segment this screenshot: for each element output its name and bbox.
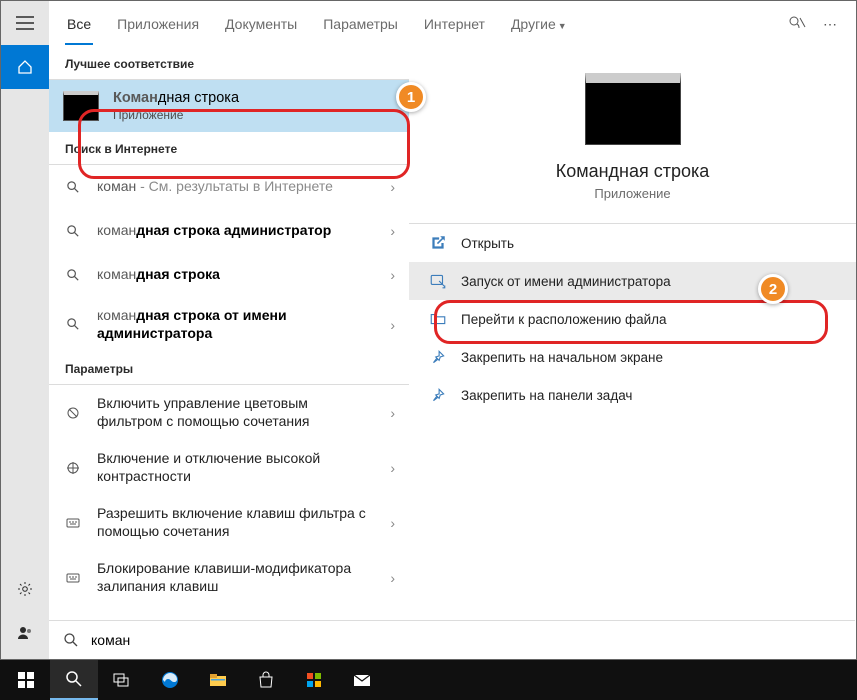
action-open-location[interactable]: Перейти к расположению файла xyxy=(409,300,856,338)
settings-item-icon xyxy=(63,568,83,588)
chevron-right-icon: › xyxy=(390,570,395,586)
more-icon[interactable]: ⋯ xyxy=(820,14,840,34)
web-result[interactable]: коман - См. результаты в Интернете › xyxy=(49,165,409,209)
search-icon xyxy=(63,177,83,197)
taskbar-mail[interactable] xyxy=(338,660,386,700)
action-run-as-admin[interactable]: Запуск от имени администратора xyxy=(409,262,856,300)
preview-panel: Командная строка Приложение Открыть Запу… xyxy=(409,47,856,659)
tab-documents[interactable]: Документы xyxy=(223,12,299,36)
settings-result-text: Разрешить включение клавиш фильтра с пом… xyxy=(97,505,376,540)
taskbar-explorer[interactable] xyxy=(194,660,242,700)
settings-result[interactable]: Включить управление цветовым фильтром с … xyxy=(49,385,409,440)
web-result-text: коман - См. результаты в Интернете xyxy=(97,178,376,196)
taskbar-edge[interactable] xyxy=(146,660,194,700)
search-icon xyxy=(63,221,83,241)
settings-result[interactable]: Блокирование клавиши-модификатора залипа… xyxy=(49,550,409,605)
taskbar-store[interactable] xyxy=(242,660,290,700)
settings-icon[interactable] xyxy=(1,567,49,611)
account-icon[interactable] xyxy=(1,611,49,655)
settings-result-text: Блокирование клавиши-модификатора залипа… xyxy=(97,560,376,595)
search-bar[interactable] xyxy=(49,620,855,658)
pin-taskbar-icon xyxy=(429,386,447,404)
folder-icon xyxy=(429,310,447,328)
taskbar-ms[interactable] xyxy=(290,660,338,700)
chevron-right-icon: › xyxy=(390,267,395,283)
tab-internet[interactable]: Интернет xyxy=(422,12,487,36)
feedback-icon[interactable] xyxy=(786,14,806,34)
search-icon xyxy=(63,265,83,285)
search-icon xyxy=(63,315,83,335)
settings-item-icon xyxy=(63,458,83,478)
tab-other[interactable]: Другие▼ xyxy=(509,12,569,36)
annotation-badge-2: 2 xyxy=(758,274,788,304)
chevron-right-icon: › xyxy=(390,405,395,421)
home-icon[interactable] xyxy=(1,45,49,89)
preview-subtitle: Приложение xyxy=(594,186,670,201)
action-pin-start[interactable]: Закрепить на начальном экране xyxy=(409,338,856,376)
chevron-down-icon: ▼ xyxy=(558,21,567,31)
taskbar-search[interactable] xyxy=(50,660,98,700)
web-result[interactable]: командная строка администратор › xyxy=(49,209,409,253)
tab-bar: Все Приложения Документы Параметры Интер… xyxy=(49,1,856,47)
action-open[interactable]: Открыть xyxy=(409,224,856,262)
tab-apps[interactable]: Приложения xyxy=(115,12,201,36)
action-pin-taskbar[interactable]: Закрепить на панели задач xyxy=(409,376,856,414)
tab-settings[interactable]: Параметры xyxy=(321,12,400,36)
section-settings: Параметры xyxy=(49,352,409,385)
section-web-search: Поиск в Интернете xyxy=(49,132,409,165)
settings-result-text: Включить управление цветовым фильтром с … xyxy=(97,395,376,430)
web-result-text: командная строка администратор xyxy=(97,222,376,240)
web-result[interactable]: командная строка от имени администратора… xyxy=(49,297,409,352)
chevron-right-icon: › xyxy=(390,317,395,333)
web-result-text: командная строка от имени администратора xyxy=(97,307,376,342)
pin-start-icon xyxy=(429,348,447,366)
preview-title: Командная строка xyxy=(556,161,710,182)
chevron-right-icon: › xyxy=(390,223,395,239)
hamburger-icon[interactable] xyxy=(1,1,49,45)
results-panel: Лучшее соответствие Командная строка При… xyxy=(49,47,409,659)
chevron-right-icon: › xyxy=(390,179,395,195)
chevron-right-icon: › xyxy=(390,460,395,476)
taskbar-task-view[interactable] xyxy=(98,660,146,700)
web-result[interactable]: командная строка › xyxy=(49,253,409,297)
annotation-badge-1: 1 xyxy=(396,82,426,112)
section-best-match: Лучшее соответствие xyxy=(49,47,409,80)
tab-all[interactable]: Все xyxy=(65,12,93,45)
taskbar xyxy=(0,660,857,700)
settings-item-icon xyxy=(63,403,83,423)
start-button[interactable] xyxy=(2,660,50,700)
settings-item-icon xyxy=(63,513,83,533)
settings-result[interactable]: Включение и отключение высокой контрастн… xyxy=(49,440,409,495)
search-icon xyxy=(63,632,79,648)
admin-icon xyxy=(429,272,447,290)
search-input[interactable] xyxy=(91,632,841,648)
chevron-right-icon: › xyxy=(390,515,395,531)
open-icon xyxy=(429,234,447,252)
cmd-icon xyxy=(63,91,99,121)
settings-result-text: Включение и отключение высокой контрастн… xyxy=(97,450,376,485)
settings-result[interactable]: Разрешить включение клавиш фильтра с пом… xyxy=(49,495,409,550)
web-result-text: командная строка xyxy=(97,266,376,284)
preview-cmd-icon xyxy=(585,73,681,145)
best-match-item[interactable]: Командная строка Приложение xyxy=(49,80,409,132)
